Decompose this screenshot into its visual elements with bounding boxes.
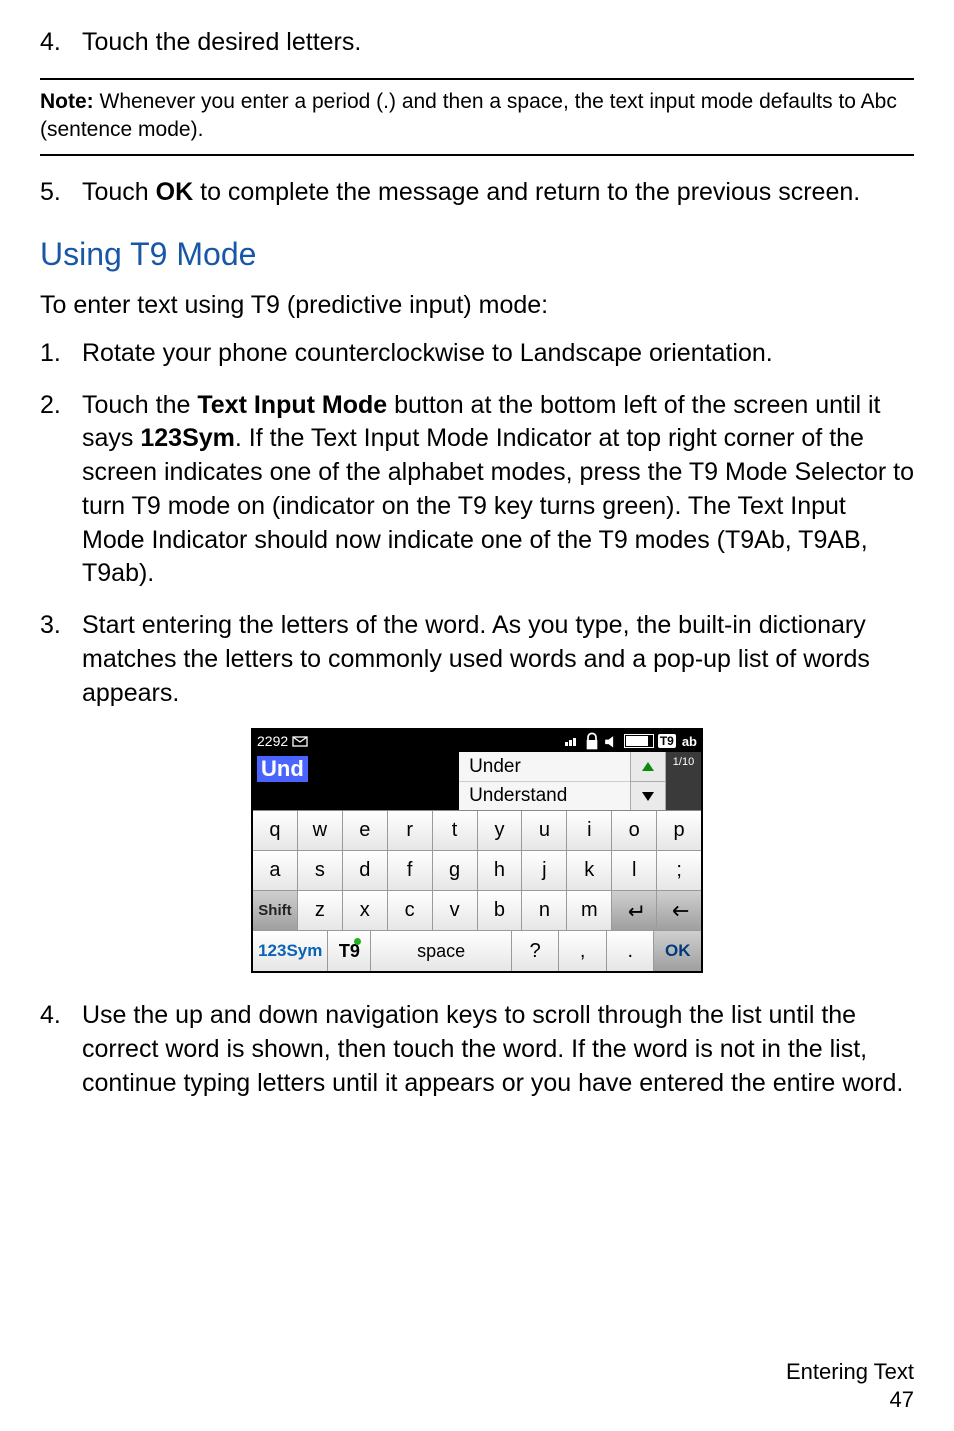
key-y[interactable]: y <box>478 811 523 851</box>
key-f[interactable]: f <box>388 851 433 891</box>
key-i[interactable]: i <box>567 811 612 851</box>
document-page: 4. Touch the desired letters. Note: When… <box>0 0 954 1431</box>
step-number: 5. <box>40 176 82 210</box>
section-intro: To enter text using T9 (predictive input… <box>40 289 914 323</box>
step-3b: 3. Start entering the letters of the wor… <box>40 609 914 710</box>
key-semicolon[interactable]: ; <box>657 851 701 891</box>
message-icon <box>292 734 308 748</box>
key-s[interactable]: s <box>298 851 343 891</box>
lock-icon <box>584 734 600 748</box>
text-fragment: Touch <box>82 178 156 206</box>
key-p[interactable]: p <box>657 811 701 851</box>
key-t[interactable]: t <box>433 811 478 851</box>
key-r[interactable]: r <box>388 811 433 851</box>
step-number: 3. <box>40 609 82 710</box>
step-2b: 2. Touch the Text Input Mode button at t… <box>40 389 914 592</box>
battery-icon <box>624 734 654 748</box>
step-number: 4. <box>40 999 82 1100</box>
step-text: Use the up and down navigation keys to s… <box>82 999 914 1100</box>
key-e[interactable]: e <box>343 811 388 851</box>
key-c[interactable]: c <box>388 891 433 931</box>
key-enter[interactable] <box>612 891 657 931</box>
text-bold: Text Input Mode <box>197 391 387 419</box>
ok-button[interactable]: OK <box>654 931 701 971</box>
key-w[interactable]: w <box>298 811 343 851</box>
step-5a: 5. Touch OK to complete the message and … <box>40 176 914 210</box>
step-number: 4. <box>40 26 82 60</box>
status-bar: 2292 T9 ab <box>253 730 701 752</box>
suggestion-item[interactable]: Understand <box>459 782 630 811</box>
key-backspace[interactable] <box>657 891 701 931</box>
key-shift[interactable]: Shift <box>253 891 298 931</box>
key-v[interactable]: v <box>433 891 478 931</box>
key-period[interactable]: . <box>607 931 655 971</box>
backspace-icon <box>668 903 690 919</box>
enter-icon <box>623 903 645 919</box>
key-m[interactable]: m <box>567 891 612 931</box>
key-k[interactable]: k <box>567 851 612 891</box>
section-heading: Using T9 Mode <box>40 236 914 273</box>
chevron-up-icon <box>642 762 654 771</box>
typed-text: Und <box>257 756 308 782</box>
key-space[interactable]: space <box>371 931 512 971</box>
key-g[interactable]: g <box>433 851 478 891</box>
key-x[interactable]: x <box>343 891 388 931</box>
suggestion-panel: Under Understand 1/10 <box>459 752 701 810</box>
key-z[interactable]: z <box>298 891 343 931</box>
step-4a: 4. Touch the desired letters. <box>40 26 914 60</box>
step-1b: 1. Rotate your phone counterclockwise to… <box>40 337 914 371</box>
chevron-down-icon <box>642 792 654 801</box>
key-n[interactable]: n <box>522 891 567 931</box>
text-input-area: Und Under Understand 1/10 <box>253 752 701 811</box>
keyboard: q w e r t y u i o p a s d f g h j k l <box>253 811 701 971</box>
suggestion-count: 1/10 <box>666 752 701 810</box>
step-number: 1. <box>40 337 82 371</box>
step-text: Rotate your phone counterclockwise to La… <box>82 337 914 371</box>
step-4b: 4. Use the up and down navigation keys t… <box>40 999 914 1100</box>
key-comma[interactable]: , <box>559 931 607 971</box>
key-h[interactable]: h <box>478 851 523 891</box>
step-text: Start entering the letters of the word. … <box>82 609 914 710</box>
key-b[interactable]: b <box>478 891 523 931</box>
footer-page-number: 47 <box>786 1386 914 1414</box>
key-o[interactable]: o <box>612 811 657 851</box>
key-q[interactable]: q <box>253 811 298 851</box>
divider <box>40 154 914 156</box>
suggestion-list: Under Understand <box>459 752 631 810</box>
suggestion-item[interactable]: Under <box>459 752 630 782</box>
step-text: Touch the Text Input Mode button at the … <box>82 389 914 592</box>
suggestion-up-button[interactable] <box>631 752 665 782</box>
step-text: Touch OK to complete the message and ret… <box>82 176 914 210</box>
key-l[interactable]: l <box>612 851 657 891</box>
text-input[interactable]: Und <box>253 752 459 810</box>
note-label: Note: <box>40 90 94 113</box>
key-u[interactable]: u <box>522 811 567 851</box>
speaker-mute-icon <box>604 734 620 748</box>
text-fragment: to complete the message and return to th… <box>193 178 860 206</box>
key-a[interactable]: a <box>253 851 298 891</box>
phone-screenshot: 2292 T9ab Und Under <box>251 728 703 973</box>
t9-toggle-button[interactable]: T9 <box>328 931 371 971</box>
key-d[interactable]: d <box>343 851 388 891</box>
text-bold: 123Sym <box>140 424 235 452</box>
note-block: Note: Whenever you enter a period (.) an… <box>40 88 914 145</box>
status-time: 2292 <box>257 733 288 749</box>
suggestion-down-button[interactable] <box>631 782 665 811</box>
text-bold: OK <box>156 178 194 206</box>
text-input-mode-button[interactable]: 123Sym <box>253 931 328 971</box>
t9-mode-indicator: T9 <box>658 734 676 748</box>
key-j[interactable]: j <box>522 851 567 891</box>
divider <box>40 78 914 80</box>
note-text: Whenever you enter a period (.) and then… <box>40 90 897 141</box>
t9-case-indicator: ab <box>682 734 697 749</box>
text-fragment: Touch the <box>82 391 197 419</box>
t9-active-indicator-icon <box>354 938 361 945</box>
footer-section: Entering Text <box>786 1358 914 1386</box>
key-question[interactable]: ? <box>512 931 560 971</box>
page-footer: Entering Text 47 <box>786 1358 914 1413</box>
step-number: 2. <box>40 389 82 592</box>
network-icon <box>564 734 580 748</box>
step-text: Touch the desired letters. <box>82 26 914 60</box>
